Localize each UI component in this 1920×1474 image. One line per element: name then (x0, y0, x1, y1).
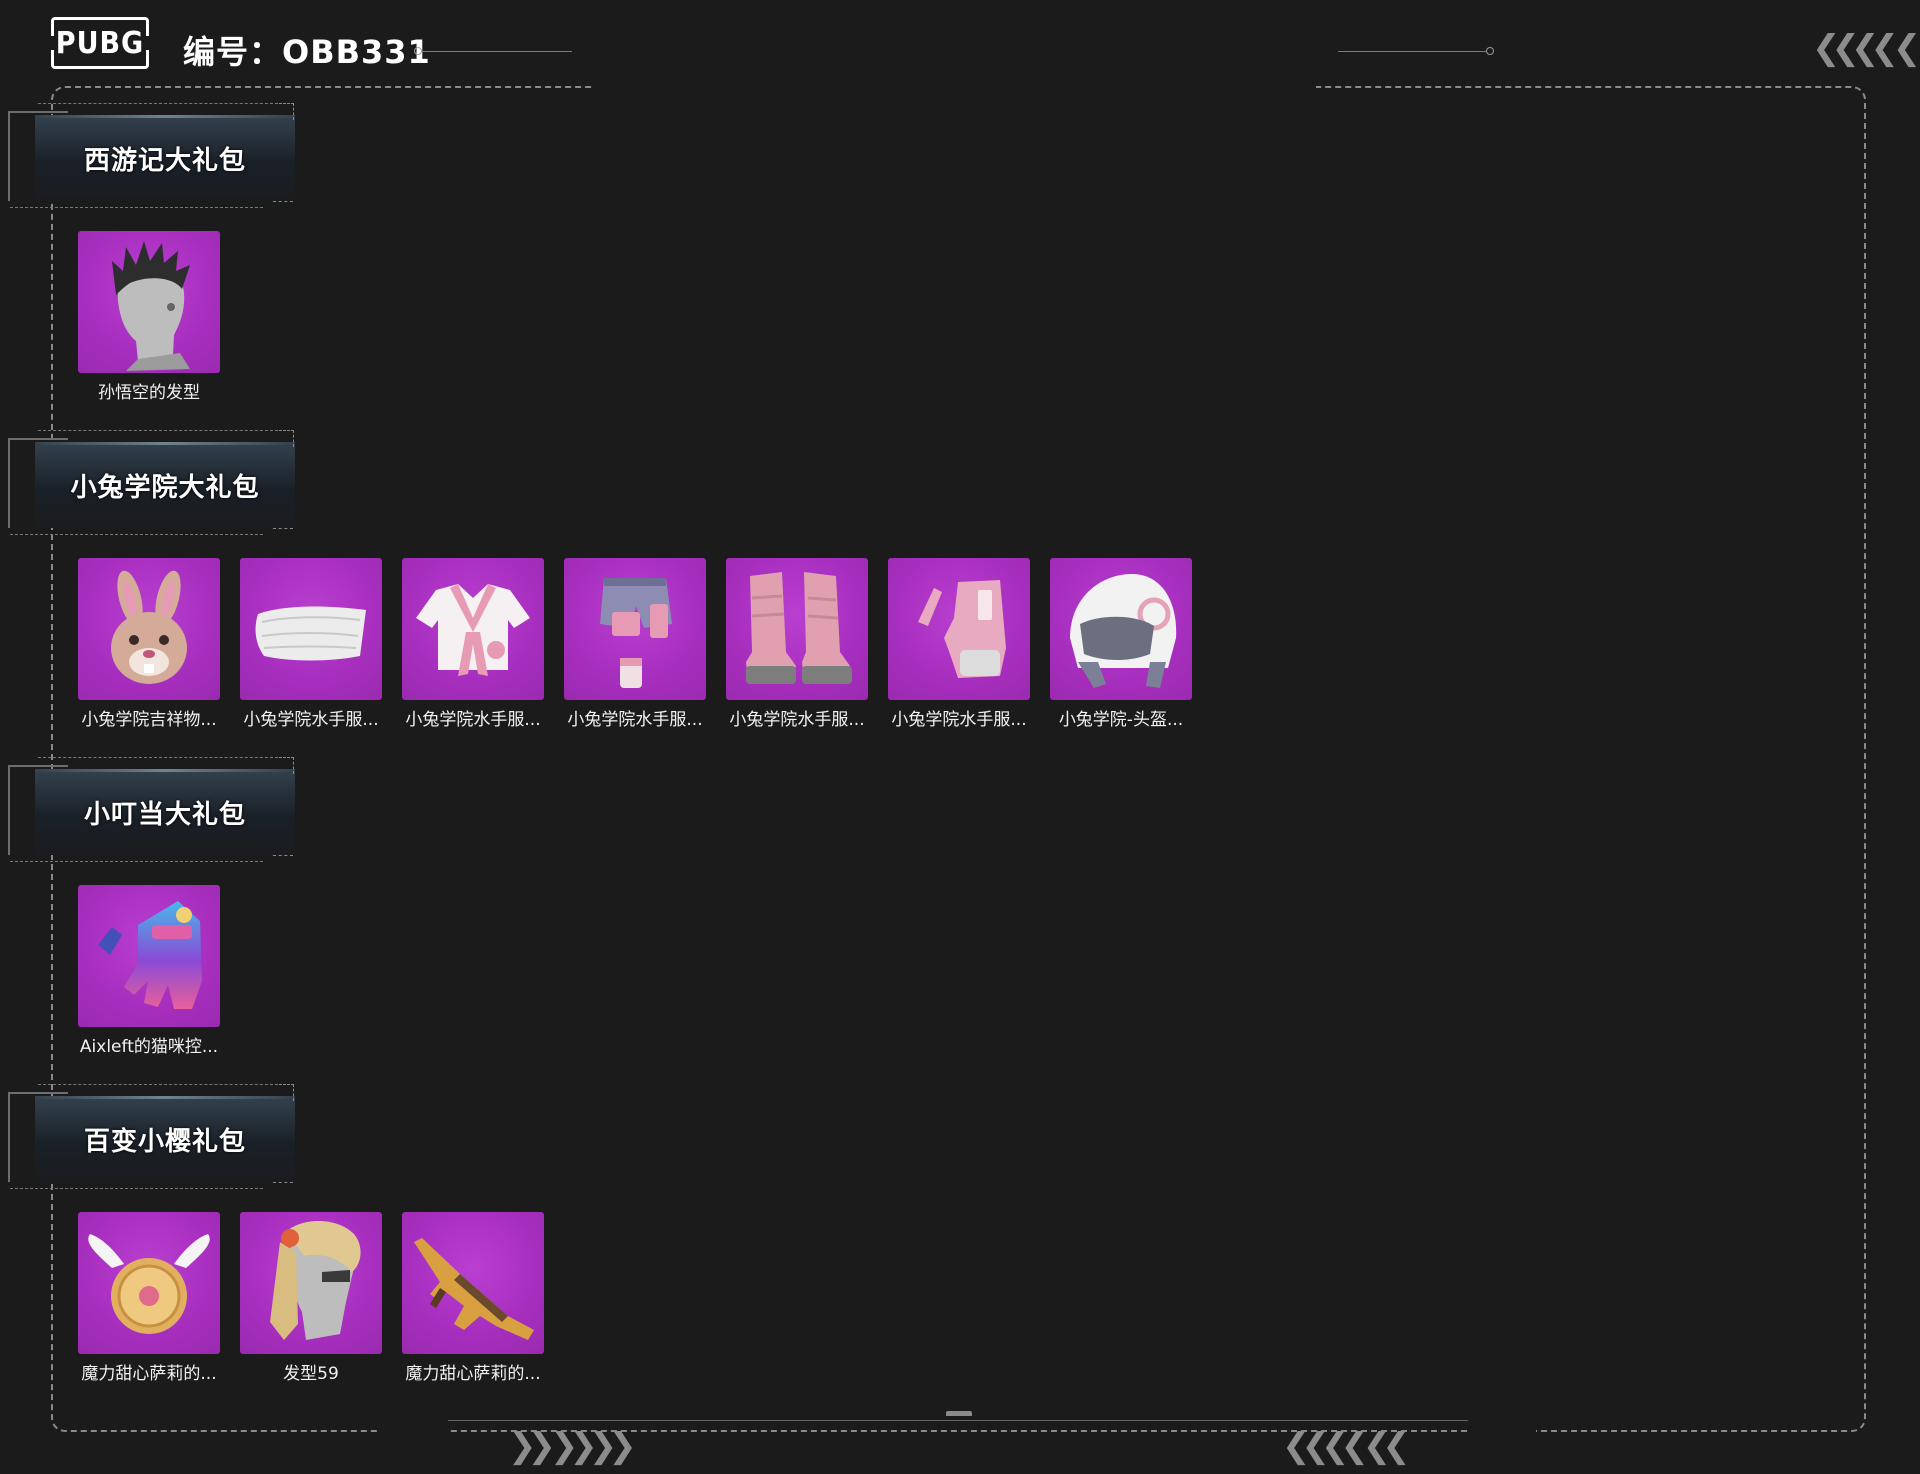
item-label: 小兔学院水手服... (729, 710, 865, 730)
item-tile (1050, 558, 1192, 700)
item-label: 发型59 (283, 1364, 339, 1384)
section-title: 西游记大礼包 (83, 145, 246, 176)
item-tile (888, 558, 1030, 700)
glove-icon (918, 580, 1006, 678)
helmet-icon (1070, 574, 1177, 688)
item-label: 魔力甜心萨莉的... (81, 1364, 217, 1384)
item-card[interactable]: 小兔学院水手服... (888, 558, 1030, 730)
item-label: 小兔学院水手服... (243, 710, 379, 730)
package-id-label: 编号：OBB331 (183, 33, 431, 71)
header-deco-line (38, 103, 278, 105)
item-label: 小兔学院吉祥物... (81, 710, 217, 730)
item-card[interactable]: 小兔学院水手服... (402, 558, 544, 730)
section-title: 小兔学院大礼包 (70, 472, 260, 503)
item-tile (402, 1212, 544, 1354)
section-header-xiyouji: 西游记大礼包 (0, 103, 300, 208)
frame-gap-bottom-right (1468, 1424, 1536, 1438)
hair-icon (112, 241, 190, 371)
shirt-icon (416, 584, 530, 676)
frame-gap-bottom-left (380, 1424, 448, 1438)
face-mask-icon (255, 606, 366, 661)
header-deco-line (38, 1084, 278, 1086)
footer-chevrons-left-icon: ❮❮❮❮ ❮❮ (1282, 1426, 1411, 1466)
item-card[interactable]: 魔力甜心萨莉的... (402, 1212, 544, 1384)
backpack-icon (88, 1234, 210, 1334)
header-deco-line (10, 207, 263, 209)
item-card[interactable]: 小兔学院水手服... (564, 558, 706, 730)
item-tile (402, 558, 544, 700)
section-header-doraemon: 小叮当大礼包 (0, 757, 300, 862)
header-deco-line (38, 430, 278, 432)
item-tile (240, 558, 382, 700)
item-card[interactable]: 小兔学院水手服... (726, 558, 868, 730)
pubg-logo: PUBG (49, 17, 151, 69)
glove-icon (98, 901, 202, 1009)
item-card[interactable]: 孙悟空的发型 (78, 231, 220, 403)
item-card[interactable]: Aixleft的猫咪控... (78, 885, 220, 1057)
item-tile (726, 558, 868, 700)
item-card[interactable]: 发型59 (240, 1212, 382, 1384)
item-card[interactable]: 小兔学院吉祥物... (78, 558, 220, 730)
header-line-right-dot (1486, 47, 1494, 55)
item-label: 魔力甜心萨莉的... (405, 1364, 541, 1384)
item-card[interactable]: 小兔学院-头盔... (1050, 558, 1192, 730)
footer-chevrons-right-icon: ❯❯ ❯❯❯❯ (508, 1426, 637, 1466)
item-card[interactable]: 小兔学院水手服... (240, 558, 382, 730)
header-line-left (422, 51, 572, 52)
section-header-sakura: 百变小樱礼包 (0, 1084, 300, 1189)
item-tile (240, 1212, 382, 1354)
header-deco-line (10, 534, 263, 536)
header-line-right (1338, 51, 1486, 52)
item-label: 孙悟空的发型 (98, 383, 200, 403)
boots-icon (746, 572, 852, 684)
section-title: 百变小樱礼包 (83, 1126, 246, 1157)
item-label: Aixleft的猫咪控... (79, 1037, 219, 1057)
item-label: 小兔学院水手服... (891, 710, 1027, 730)
header-deco-line (10, 1188, 263, 1190)
bunny-mask-icon (111, 570, 187, 684)
item-label: 小兔学院水手服... (567, 710, 703, 730)
rifle-icon (414, 1238, 534, 1340)
bottom-handle (946, 1411, 972, 1416)
header-chevrons-left-icon: ❮❮❮❮ ❮ (1812, 28, 1920, 68)
section-header-rabbit-academy: 小兔学院大礼包 (0, 430, 300, 535)
header-deco-line (10, 861, 263, 863)
item-tile (78, 1212, 220, 1354)
item-tile (78, 558, 220, 700)
shorts-icon (600, 578, 672, 688)
bottom-rule (448, 1420, 1468, 1421)
item-label: 小兔学院水手服... (405, 710, 541, 730)
item-tile (78, 885, 220, 1027)
hair-icon (270, 1221, 361, 1340)
section-title: 小叮当大礼包 (83, 799, 246, 830)
item-card[interactable]: 魔力甜心萨莉的... (78, 1212, 220, 1384)
item-label: 小兔学院-头盔... (1058, 710, 1184, 730)
header-deco-line (38, 757, 278, 759)
item-tile (564, 558, 706, 700)
header-line-left-dot (414, 47, 422, 55)
frame-gap-top (592, 80, 1316, 94)
item-tile (78, 231, 220, 373)
